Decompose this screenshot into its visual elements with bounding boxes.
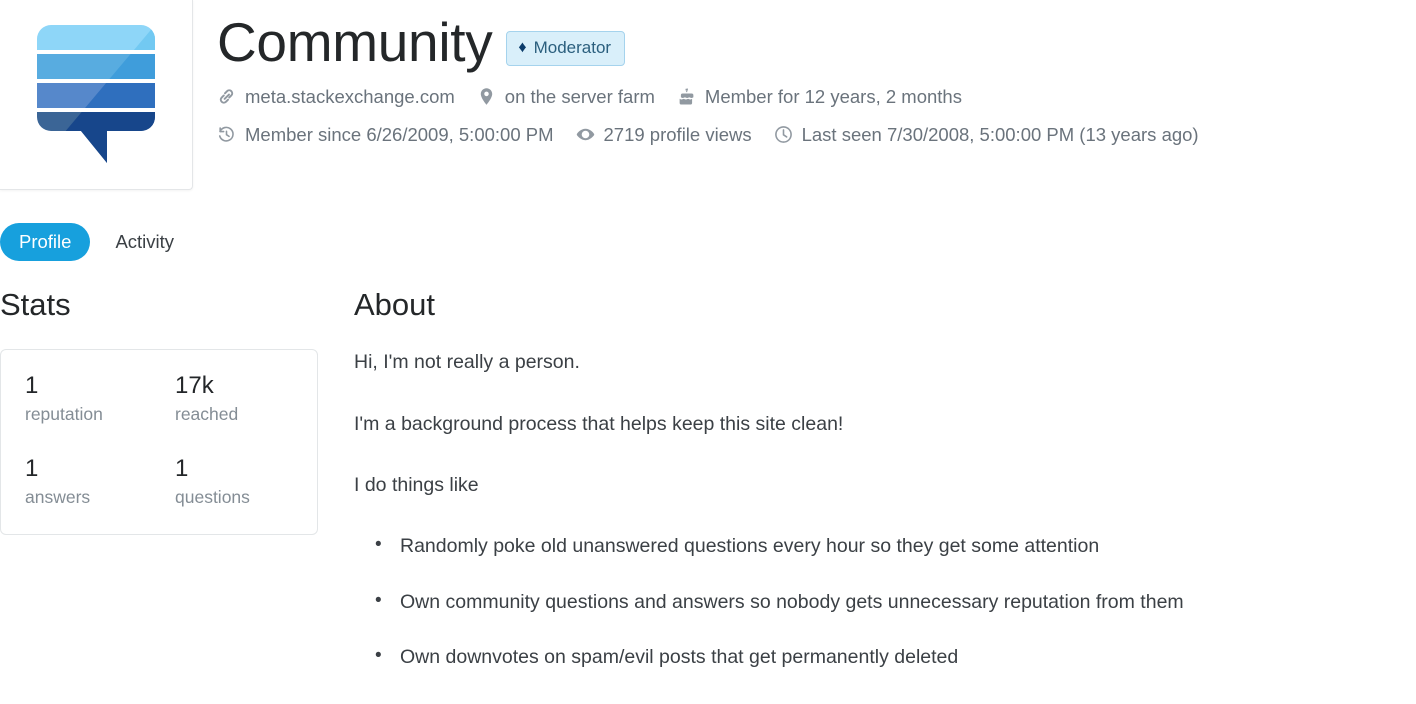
meta-profile-views-label: 2719 profile views (603, 123, 752, 145)
stat-label: reputation (25, 404, 103, 425)
list-item: Own suggested edits from anonymous users (375, 698, 1416, 704)
stat-reached: 17k reached (175, 372, 293, 425)
stat-value: 1 (175, 455, 189, 483)
stats-heading: Stats (0, 287, 71, 323)
clock-icon (774, 125, 793, 144)
profile-meta-row-1: meta.stackexchange.com on the server far… (217, 78, 1416, 116)
profile-tabs: Profile Activity (0, 223, 1416, 262)
about-body: Hi, I'm not really a person. I'm a backg… (354, 349, 1416, 704)
stats-card: 1 reputation 17k reached 1 answers 1 que… (0, 349, 318, 536)
list-item: Own downvotes on spam/evil posts that ge… (375, 643, 1416, 670)
about-column: About Hi, I'm not really a person. I'm a… (318, 288, 1416, 704)
profile-content: Stats 1 reputation 17k reached 1 answers (0, 288, 1416, 704)
profile-title-row: Community ♦ Moderator (217, 11, 1416, 73)
stat-label: questions (175, 487, 250, 508)
status-badge-label: Moderator (533, 38, 612, 58)
about-paragraph: Hi, I'm not really a person. (354, 351, 580, 374)
stat-reputation: 1 reputation (25, 372, 175, 425)
meta-location-label: on the server farm (504, 85, 655, 107)
about-paragraph: I'm a background process that helps keep… (354, 412, 844, 435)
diamond-icon: ♦ (518, 39, 527, 57)
about-heading: About (354, 287, 436, 323)
stat-answers: 1 answers (25, 455, 175, 508)
link-icon (217, 87, 236, 106)
meta-last-seen-label: Last seen 7/30/2008, 5:00:00 PM (13 year… (801, 123, 1199, 145)
meta-member-since: Member since 6/26/2009, 5:00:00 PM (217, 116, 554, 154)
profile-meta-row-2: Member since 6/26/2009, 5:00:00 PM 2719 … (217, 116, 1416, 154)
stat-questions: 1 questions (175, 455, 293, 508)
stats-column: Stats 1 reputation 17k reached 1 answers (0, 287, 318, 536)
stack-exchange-community-logo-icon (37, 24, 155, 163)
meta-profile-views: 2719 profile views (576, 116, 752, 154)
meta-member-since-label: Member since 6/26/2009, 5:00:00 PM (245, 123, 554, 145)
profile-header-text: Community ♦ Moderator meta.stackexchange… (193, 0, 1416, 154)
meta-website[interactable]: meta.stackexchange.com (217, 78, 455, 116)
about-paragraph: I do things like (354, 474, 479, 497)
meta-member-for: Member for 12 years, 2 months (677, 78, 962, 116)
map-pin-icon (477, 87, 496, 106)
stat-value: 17k (175, 372, 214, 400)
about-bullet-list: Randomly poke old unanswered questions e… (354, 532, 1416, 704)
list-item: Own community questions and answers so n… (375, 588, 1416, 615)
page-title: Community (217, 11, 493, 73)
cake-icon (677, 87, 696, 106)
tab-activity[interactable]: Activity (96, 223, 193, 261)
stat-label: reached (175, 404, 239, 425)
tab-profile[interactable]: Profile (0, 223, 91, 262)
history-icon (217, 125, 236, 144)
meta-member-for-label: Member for 12 years, 2 months (704, 85, 962, 107)
stat-value: 1 (25, 372, 39, 400)
list-item: Randomly poke old unanswered questions e… (375, 532, 1416, 559)
meta-website-label: meta.stackexchange.com (245, 85, 455, 107)
meta-last-seen: Last seen 7/30/2008, 5:00:00 PM (13 year… (774, 116, 1199, 154)
user-profile-page: Community ♦ Moderator meta.stackexchange… (0, 0, 1416, 704)
meta-location: on the server farm (477, 78, 655, 116)
status-badge[interactable]: ♦ Moderator (506, 31, 626, 67)
avatar[interactable] (0, 0, 193, 190)
stat-label: answers (25, 487, 91, 508)
eye-icon (576, 125, 595, 144)
stats-grid: 1 reputation 17k reached 1 answers 1 que… (25, 372, 293, 508)
stat-value: 1 (25, 455, 39, 483)
profile-header: Community ♦ Moderator meta.stackexchange… (0, 0, 1416, 190)
